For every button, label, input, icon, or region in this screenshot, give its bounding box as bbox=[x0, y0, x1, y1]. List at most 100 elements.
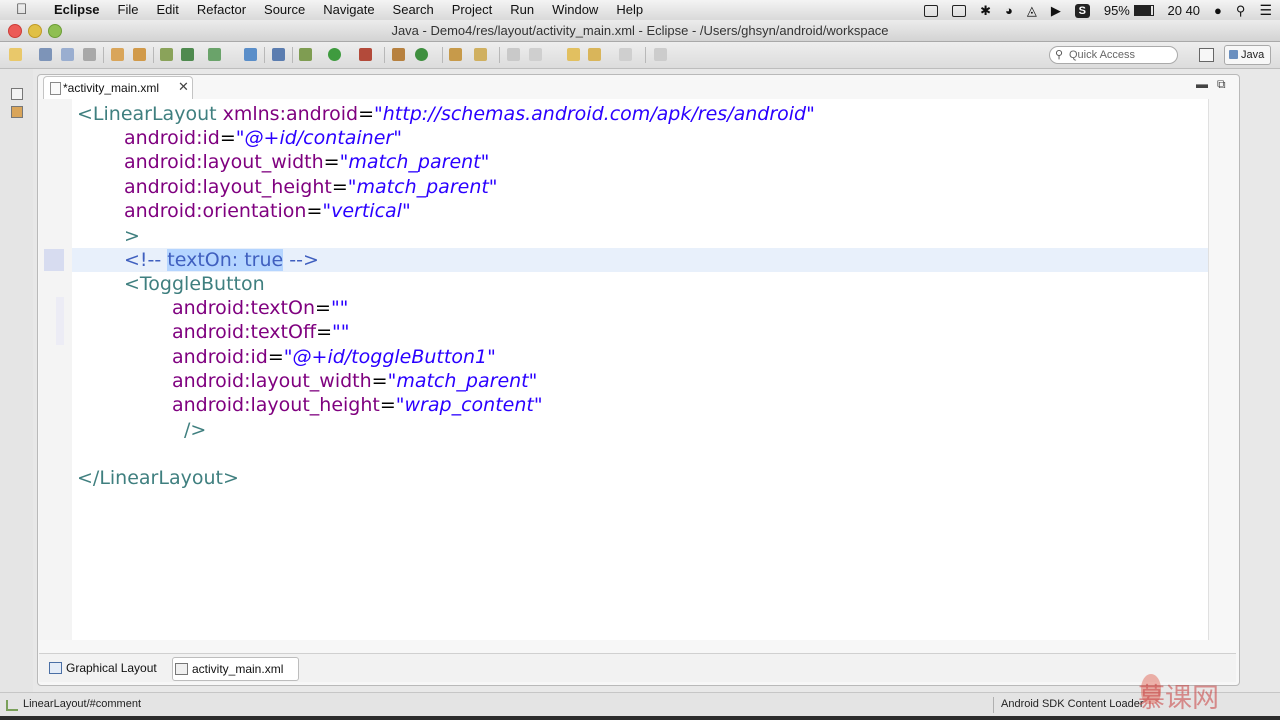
volume-icon[interactable]: ▶ bbox=[1051, 3, 1061, 19]
input-source-icon[interactable]: S bbox=[1074, 3, 1090, 18]
tab-graphical-layout[interactable]: Graphical Layout bbox=[47, 657, 171, 679]
clock[interactable]: 20 40 bbox=[1168, 3, 1201, 18]
android-sdk-icon[interactable] bbox=[111, 48, 124, 61]
editor-window-controls: ▬⧉ bbox=[1196, 77, 1235, 92]
checklist-icon[interactable] bbox=[208, 48, 221, 61]
xml-attribute: xmlns:android bbox=[222, 103, 359, 125]
background-task-label[interactable]: Android SDK Content Loader bbox=[1001, 698, 1143, 710]
app-menu-eclipse[interactable]: Eclipse bbox=[54, 2, 109, 17]
apple-menu-icon[interactable]:  bbox=[16, 1, 27, 18]
menu-refactor[interactable]: Refactor bbox=[188, 2, 255, 17]
menu-project[interactable]: Project bbox=[443, 2, 501, 17]
code-line: android:orientation="vertical" bbox=[124, 199, 411, 223]
code-line: <LinearLayout xmlns:android="http://sche… bbox=[77, 102, 815, 126]
editor-left-ruler bbox=[39, 99, 72, 640]
selected-text[interactable]: textOn: true bbox=[167, 249, 284, 271]
equals-sign: = bbox=[306, 200, 323, 222]
screen-record-icon[interactable] bbox=[924, 4, 939, 17]
print-icon[interactable] bbox=[83, 48, 96, 61]
next-annotation-icon[interactable] bbox=[529, 48, 542, 61]
menu-run[interactable]: Run bbox=[501, 2, 543, 17]
xml-value: "vertical" bbox=[322, 200, 411, 222]
xml-tag: </LinearLayout> bbox=[77, 467, 239, 489]
search-tool-icon[interactable] bbox=[474, 48, 487, 61]
avd-manager-icon[interactable] bbox=[133, 48, 146, 61]
build-icon[interactable] bbox=[244, 48, 257, 61]
lint-icon[interactable] bbox=[181, 48, 194, 61]
code-line: <ToggleButton bbox=[124, 272, 265, 296]
xml-attribute: android:textOn bbox=[172, 297, 316, 319]
tab-label: Graphical Layout bbox=[66, 661, 157, 675]
xml-value: "" bbox=[331, 321, 350, 343]
xml-attribute: android:layout_width bbox=[124, 151, 324, 173]
perspective-java-button[interactable]: Java bbox=[1224, 45, 1271, 65]
notification-center-icon[interactable]: ☰ bbox=[1259, 2, 1272, 19]
annotation-icon[interactable] bbox=[507, 48, 520, 61]
display-icon[interactable] bbox=[952, 4, 967, 17]
menu-edit[interactable]: Edit bbox=[147, 2, 187, 17]
xml-value: "@+id/container" bbox=[235, 127, 402, 149]
open-perspective-icon[interactable] bbox=[1199, 48, 1214, 62]
mac-menu-bar:  Eclipse File Edit Refactor Source Navi… bbox=[0, 0, 1280, 21]
save-icon[interactable] bbox=[39, 48, 52, 61]
quick-access-field[interactable]: ⚲ Quick Access bbox=[1049, 46, 1178, 64]
code-line: android:layout_height="wrap_content" bbox=[172, 393, 543, 417]
window-title-bar: Java - Demo4/res/layout/activity_main.xm… bbox=[0, 20, 1280, 42]
new-icon[interactable] bbox=[9, 48, 22, 61]
skip-breakpoints-icon[interactable] bbox=[272, 48, 285, 61]
xml-attribute: android:layout_height bbox=[172, 394, 380, 416]
comment-open: <!-- bbox=[124, 249, 168, 271]
time-machine-icon[interactable]: ◕ bbox=[1005, 3, 1013, 18]
pin-editor-icon[interactable] bbox=[654, 48, 667, 61]
change-marker bbox=[56, 297, 64, 345]
code-line: android:id="@+id/toggleButton1" bbox=[172, 345, 496, 369]
xml-value: "match_parent" bbox=[347, 176, 498, 198]
new-package-icon[interactable] bbox=[392, 48, 405, 61]
app-menus: Eclipse File Edit Refactor Source Naviga… bbox=[54, 2, 652, 17]
save-all-icon[interactable] bbox=[61, 48, 74, 61]
close-tab-icon[interactable]: ✕ bbox=[178, 79, 189, 95]
xml-attribute: android:layout_height bbox=[124, 176, 332, 198]
bluetooth-icon[interactable]: ✱ bbox=[980, 3, 991, 19]
last-edit-icon[interactable] bbox=[567, 48, 580, 61]
menu-file[interactable]: File bbox=[109, 2, 148, 17]
code-line: android:layout_width="match_parent" bbox=[172, 369, 537, 393]
code-line: android:layout_width="match_parent" bbox=[124, 150, 489, 174]
download-icon[interactable] bbox=[160, 48, 173, 61]
xml-source-icon bbox=[175, 663, 188, 675]
back-icon[interactable] bbox=[588, 48, 601, 61]
spotlight-icon[interactable]: ⚲ bbox=[1236, 3, 1246, 19]
menu-source[interactable]: Source bbox=[255, 2, 314, 17]
restore-view-icon[interactable] bbox=[11, 88, 23, 100]
graphical-layout-icon bbox=[49, 662, 62, 674]
xml-value: "http://schemas.android.com/apk/res/andr… bbox=[374, 103, 815, 125]
equals-sign: = bbox=[323, 151, 340, 173]
menu-search[interactable]: Search bbox=[384, 2, 443, 17]
xml-attribute: android:orientation bbox=[124, 200, 307, 222]
menu-window[interactable]: Window bbox=[543, 2, 607, 17]
search-icon: ⚲ bbox=[1055, 49, 1064, 61]
run-external-icon[interactable] bbox=[359, 48, 372, 61]
package-explorer-icon[interactable] bbox=[11, 106, 23, 118]
left-trim-bar bbox=[0, 69, 33, 694]
change-marker bbox=[44, 249, 64, 271]
battery-status[interactable]: 95% bbox=[1104, 3, 1154, 18]
maximize-icon[interactable]: ⧉ bbox=[1217, 77, 1235, 91]
editor-tab-activity-main[interactable]: *activity_main.xml ✕ bbox=[43, 76, 193, 99]
equals-sign: = bbox=[379, 394, 396, 416]
forward-icon[interactable] bbox=[619, 48, 632, 61]
xml-attribute: android:layout_width bbox=[172, 370, 372, 392]
layout-editor-tabs: Graphical Layout activity_main.xml bbox=[39, 653, 1236, 682]
run-icon[interactable] bbox=[328, 48, 341, 61]
minimize-icon[interactable]: ▬ bbox=[1196, 77, 1217, 91]
user-icon[interactable]: ● bbox=[1214, 3, 1222, 18]
menu-help[interactable]: Help bbox=[607, 2, 652, 17]
toolbar-separator bbox=[384, 47, 385, 63]
tab-xml-source[interactable]: activity_main.xml bbox=[172, 657, 299, 681]
new-class-icon[interactable] bbox=[415, 48, 428, 61]
wifi-icon[interactable]: ◬ bbox=[1027, 3, 1037, 19]
debug-icon[interactable] bbox=[299, 48, 312, 61]
menu-extras: ✱ ◕ ◬ ▶ S 95% 20 40 ● ⚲ ☰ bbox=[924, 2, 1272, 19]
open-type-icon[interactable] bbox=[449, 48, 462, 61]
menu-navigate[interactable]: Navigate bbox=[314, 2, 383, 17]
